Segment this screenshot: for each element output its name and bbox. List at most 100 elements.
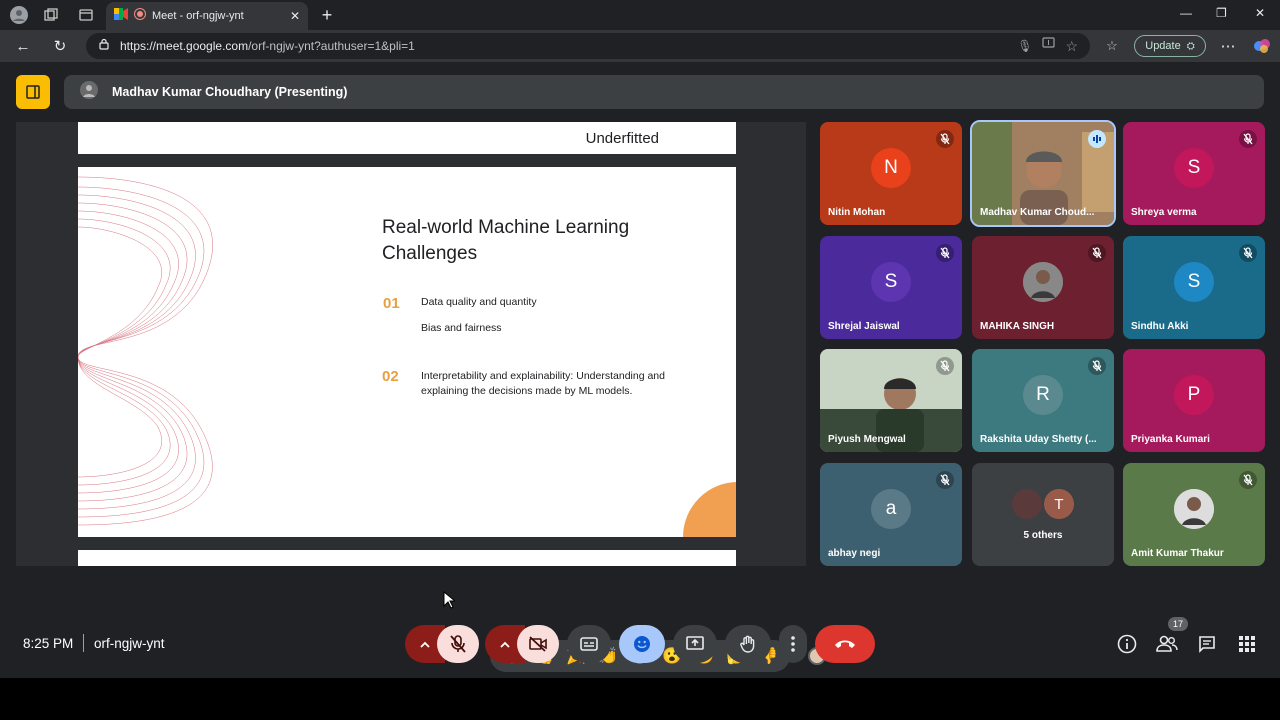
recording-icon xyxy=(134,7,146,25)
url-path: /orf-ngjw-ynt?authuser=1&pli=1 xyxy=(248,39,415,53)
workspaces-icon[interactable] xyxy=(40,4,62,26)
participant-tile[interactable]: S Sindhu Akki xyxy=(1123,236,1265,339)
send-reaction-button[interactable] xyxy=(619,625,665,663)
slide-header: Underfitted xyxy=(585,130,659,147)
more-menu-icon[interactable]: ⋯ xyxy=(1218,36,1238,56)
tab-meet[interactable]: Meet - orf-ngjw-ynt ✕ xyxy=(106,2,308,30)
participant-tile[interactable]: Piyush Mengwal xyxy=(820,349,962,452)
meet-main: Madhav Kumar Choudhary (Presenting) Unde… xyxy=(0,62,1280,678)
url-text: https://meet.google.com/orf-ngjw-ynt?aut… xyxy=(120,39,415,53)
divider xyxy=(83,634,84,652)
chat-icon xyxy=(1199,636,1215,653)
mouse-cursor-icon xyxy=(443,591,455,609)
mic-off-icon xyxy=(1088,357,1106,375)
presenting-label: Madhav Kumar Choudhary (Presenting) xyxy=(112,85,348,99)
copilot-icon[interactable] xyxy=(1252,36,1272,56)
tab-title: Meet - orf-ngjw-ynt xyxy=(152,10,244,22)
avatar: R xyxy=(1023,374,1063,415)
back-icon[interactable]: ← xyxy=(13,36,33,56)
apps-grid-icon xyxy=(1239,636,1255,652)
participant-tile[interactable]: MAHIKA SINGH xyxy=(972,236,1114,339)
close-window-icon[interactable]: ✕ xyxy=(1255,6,1265,20)
slide-title: Real-world Machine Learning Challenges xyxy=(382,217,630,264)
present-screen-button[interactable] xyxy=(673,625,717,663)
address-bar[interactable]: https://meet.google.com/orf-ngjw-ynt?aut… xyxy=(86,33,1090,59)
others-avatars: T xyxy=(1012,489,1074,519)
avatar xyxy=(1174,488,1214,529)
tab-actions-icon[interactable] xyxy=(75,4,97,26)
presentation-stage: Underfitted Real-world Machine Learning … xyxy=(16,122,806,566)
reload-icon[interactable]: ↻ xyxy=(50,36,70,56)
item-01-line-2: Bias and fairness xyxy=(421,322,502,334)
mic-off-icon xyxy=(936,357,954,375)
captions-icon xyxy=(580,637,598,651)
camera-toggle-button[interactable] xyxy=(517,625,559,663)
hand-icon xyxy=(740,635,755,653)
site-info-icon[interactable] xyxy=(98,37,110,55)
participant-tile[interactable]: Amit Kumar Thakur xyxy=(1123,463,1265,566)
participant-tile[interactable]: a abhay negi xyxy=(820,463,962,566)
microphone-permission-icon[interactable]: 🎙 xyxy=(1017,39,1032,53)
avatar: S xyxy=(1174,147,1214,188)
mic-off-icon xyxy=(1088,244,1106,262)
item-01-line-1: Data quality and quantity xyxy=(421,296,537,308)
participant-tile[interactable]: Madhav Kumar Choud... xyxy=(970,120,1116,227)
people-count-badge: 17 xyxy=(1168,617,1188,631)
participant-name: Rakshita Uday Shetty (... xyxy=(980,434,1097,445)
participant-name: Madhav Kumar Choud... xyxy=(980,207,1095,218)
presenting-banner: Madhav Kumar Choudhary (Presenting) xyxy=(64,75,1264,109)
next-slide-strip xyxy=(78,550,736,566)
participant-tile[interactable]: N Nitin Mohan xyxy=(820,122,962,225)
chevron-up-icon xyxy=(500,641,510,648)
update-button[interactable]: Update ⛭ xyxy=(1134,35,1206,57)
new-tab-icon[interactable]: + xyxy=(316,4,338,26)
raise-hand-button[interactable] xyxy=(725,625,771,663)
participant-tile[interactable]: S Shreya verma xyxy=(1123,122,1265,225)
activities-button[interactable] xyxy=(1235,632,1259,656)
meet-window: Meet - orf-ngjw-ynt ✕ + — ❐ ✕ ← ↻ https:… xyxy=(0,0,1280,720)
url-host: https://meet.google.com xyxy=(120,39,249,53)
mic-off-icon xyxy=(450,635,466,653)
participant-tile[interactable]: T 5 others xyxy=(972,463,1114,566)
participant-name: Amit Kumar Thakur xyxy=(1131,548,1224,559)
meet-favicon-icon xyxy=(114,7,128,25)
people-icon xyxy=(1156,635,1178,652)
avatar: a xyxy=(871,488,911,529)
participant-name: 5 others xyxy=(1023,530,1063,541)
item-number-01: 01 xyxy=(383,295,400,312)
participant-name: Nitin Mohan xyxy=(828,207,886,218)
microphone-toggle-button[interactable] xyxy=(437,625,479,663)
install-app-icon[interactable] xyxy=(1042,37,1056,55)
more-vertical-icon xyxy=(791,636,795,652)
people-button[interactable] xyxy=(1155,632,1179,656)
close-tab-icon[interactable]: ✕ xyxy=(290,9,300,23)
update-icon: ⛭ xyxy=(1186,40,1195,52)
more-options-button[interactable] xyxy=(779,625,807,663)
profile-icon[interactable] xyxy=(8,4,30,26)
leave-call-button[interactable] xyxy=(815,625,875,663)
minimize-icon[interactable]: — xyxy=(1180,6,1192,20)
meeting-details-button[interactable] xyxy=(1115,632,1139,656)
slide: Real-world Machine Learning Challenges 0… xyxy=(78,167,736,537)
maximize-icon[interactable]: ❐ xyxy=(1216,6,1227,20)
participant-tile[interactable]: S Shrejal Jaiswal xyxy=(820,236,962,339)
wave-decoration xyxy=(78,176,213,526)
participant-tile[interactable]: R Rakshita Uday Shetty (... xyxy=(972,349,1114,452)
previous-slide-strip: Underfitted xyxy=(78,122,736,154)
favorites-icon[interactable]: ☆ xyxy=(1102,36,1122,56)
avatar: N xyxy=(871,147,911,188)
chat-button[interactable] xyxy=(1195,632,1219,656)
captions-button[interactable] xyxy=(567,625,611,663)
avatar: S xyxy=(1174,261,1214,302)
bookmark-star-icon[interactable]: ☆ xyxy=(1065,38,1078,55)
mic-off-icon xyxy=(936,130,954,148)
participant-tile[interactable]: P Priyanka Kumari xyxy=(1123,349,1265,452)
mic-off-icon xyxy=(936,244,954,262)
avatar: S xyxy=(871,261,911,302)
present-icon xyxy=(686,636,704,650)
clock: 8:25 PM xyxy=(23,636,74,651)
info-icon xyxy=(1117,634,1137,654)
orange-decoration xyxy=(683,482,736,537)
emoji-icon xyxy=(634,636,650,652)
presentation-panel-button[interactable] xyxy=(16,75,50,109)
